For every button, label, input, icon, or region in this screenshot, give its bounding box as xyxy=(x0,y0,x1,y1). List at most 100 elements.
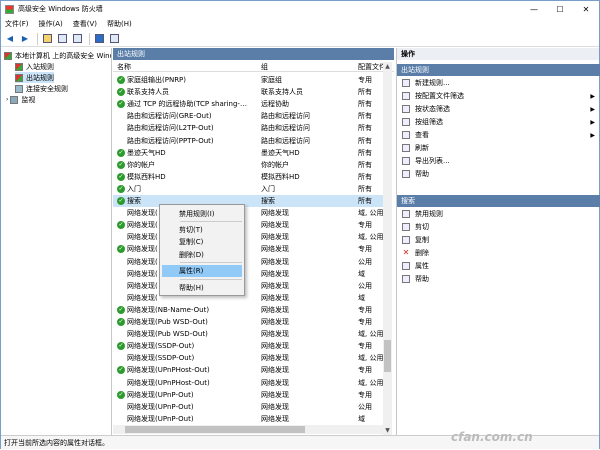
action-item[interactable]: 帮助 xyxy=(397,168,600,180)
table-row[interactable]: 网络发现(Pub WSD-Out) 网络发现 域, 公用 xyxy=(113,328,383,340)
table-row[interactable]: ✓ 网络发现(NB-Name-Out) 网络发现 专用 xyxy=(113,304,383,316)
table-row[interactable]: ✓ 搜索 搜索 所有 xyxy=(113,195,383,207)
table-row[interactable]: ✓ 网络发现(SSDP-Out) 网络发现 专用 xyxy=(113,340,383,352)
column-name[interactable]: 名称 xyxy=(117,62,131,72)
table-row[interactable]: 网络发现(网络发现 域, 公用 xyxy=(113,231,383,243)
table-row[interactable]: 网络发现(UPnP-Out) 网络发现 域 xyxy=(113,413,383,425)
menu-file[interactable]: 文件(F) xyxy=(5,19,29,29)
actions-section-outbound[interactable]: 出站规则 xyxy=(397,64,600,76)
enabled-check-icon: ✓ xyxy=(117,172,125,181)
action-item[interactable]: 按组筛选 ▶ xyxy=(397,116,600,128)
forward-arrow-icon[interactable]: ▶ xyxy=(19,33,31,45)
help-icon[interactable] xyxy=(93,33,105,45)
table-row[interactable]: 网络发现(网络发现 域, 公用 xyxy=(113,207,383,219)
action-item[interactable]: ✕ 删除 xyxy=(397,247,600,259)
table-row[interactable]: ✓ 网络发现(网络发现 专用 xyxy=(113,219,383,231)
show-hide-pane-icon[interactable] xyxy=(108,33,120,45)
table-row[interactable]: ✓ 入门 入门 所有 xyxy=(113,183,383,195)
table-row[interactable]: 网络发现(网络发现 域 xyxy=(113,268,383,280)
maximize-button[interactable]: ☐ xyxy=(547,1,573,17)
inbound-rules-icon xyxy=(15,62,23,71)
tree-item-connection-security[interactable]: 连接安全规则 xyxy=(15,83,68,94)
context-menu-item[interactable]: 禁用规则(I) xyxy=(162,208,242,220)
delete-icon: ✕ xyxy=(402,248,410,257)
table-row[interactable]: 路由和远程访问(GRE-Out) 路由和远程访问 所有 xyxy=(113,110,383,122)
table-row[interactable]: 网络发现(网络发现 公用 xyxy=(113,256,383,268)
cell-profile: 域 xyxy=(358,293,365,302)
action-label: 按配置文件筛选 xyxy=(415,92,464,100)
context-menu-item[interactable]: 删除(D) xyxy=(162,249,242,261)
expand-chevron-icon[interactable]: › xyxy=(6,96,8,103)
properties-icon[interactable] xyxy=(56,33,68,45)
tree-item-inbound[interactable]: 入站规则 xyxy=(15,61,54,72)
action-item[interactable]: 查看 ▶ xyxy=(397,129,600,141)
table-row[interactable]: ✓ 家庭组输出(PNRP) 家庭组 专用 xyxy=(113,74,383,86)
menu-help[interactable]: 帮助(H) xyxy=(107,19,132,29)
export-icon[interactable] xyxy=(71,33,83,45)
scroll-down-icon[interactable]: ▼ xyxy=(383,426,392,435)
actions-section-selected[interactable]: 搜索 xyxy=(397,195,600,207)
table-row[interactable]: 网络发现(SSDP-Out) 网络发现 域, 公用 xyxy=(113,352,383,364)
table-row[interactable]: ✓ 通过 TCP 的远程协助(TCP sharing-… 远程协助 所有 xyxy=(113,98,383,110)
close-button[interactable]: ✕ xyxy=(573,1,599,17)
cell-name: 网络发现(Pub WSD-Out) xyxy=(127,330,208,339)
action-item[interactable]: 禁用规则 xyxy=(397,208,600,220)
menu-view[interactable]: 查看(V) xyxy=(73,19,97,29)
table-row[interactable]: 网络发现(网络发现 公用 xyxy=(113,280,383,292)
context-menu-item[interactable]: 属性(R) xyxy=(162,265,242,277)
tree-item-outbound[interactable]: 出站规则 xyxy=(15,72,54,83)
action-item[interactable]: 按配置文件筛选 ▶ xyxy=(397,90,600,102)
cell-profile: 所有 xyxy=(358,172,372,181)
table-row[interactable]: ✓ 网络发现(网络发现 专用 xyxy=(113,243,383,255)
tree-item-monitor[interactable]: › 监视 xyxy=(6,94,35,105)
cell-group: 网络发现 xyxy=(261,245,289,254)
cell-profile: 专用 xyxy=(358,305,372,314)
table-row[interactable]: ✓ 模拟西料HD 模拟西料HD 所有 xyxy=(113,171,383,183)
column-group[interactable]: 组 xyxy=(261,62,268,72)
minimize-button[interactable]: — xyxy=(521,1,547,17)
action-item[interactable]: 复制 xyxy=(397,234,600,246)
horizontal-scrollbar[interactable] xyxy=(113,425,383,434)
vertical-scrollbar[interactable]: ▲ ▼ xyxy=(383,62,392,435)
table-row[interactable]: ✓ 联系支持人员 联系支持人员 所有 xyxy=(113,86,383,98)
action-item[interactable]: 属性 xyxy=(397,260,600,272)
context-menu-item[interactable]: 帮助(H) xyxy=(162,282,242,294)
pane-header: 出站规则 xyxy=(113,48,394,60)
table-row[interactable]: 网络发现(UPnPHost-Out) 网络发现 域, 公用 xyxy=(113,377,383,389)
action-item[interactable]: 刷新 xyxy=(397,142,600,154)
scroll-up-icon[interactable]: ▲ xyxy=(383,62,392,71)
cell-profile: 所有 xyxy=(358,124,372,133)
firewall-icon xyxy=(4,51,12,60)
action-label: 属性 xyxy=(415,262,429,270)
column-profile[interactable]: 配置文件 xyxy=(358,62,386,72)
table-row[interactable]: ✓ 网络发现(Pub WSD-Out) 网络发现 专用 xyxy=(113,316,383,328)
cell-profile: 所有 xyxy=(358,148,372,157)
action-item[interactable]: 帮助 xyxy=(397,273,600,285)
context-menu-item[interactable]: 剪切(T) xyxy=(162,224,242,236)
action-item[interactable]: 剪切 xyxy=(397,221,600,233)
table-row[interactable]: ✓ 网络发现(UPnPHost-Out) 网络发现 专用 xyxy=(113,364,383,376)
table-row[interactable]: 网络发现(UPnP-Out) 网络发现 公用 xyxy=(113,401,383,413)
action-item[interactable]: 按状态筛选 ▶ xyxy=(397,103,600,115)
table-row[interactable]: ✓ 你的帐户 你的帐户 所有 xyxy=(113,159,383,171)
scroll-thumb[interactable] xyxy=(125,426,305,433)
table-row[interactable]: ✓ 墨迹天气HD 墨迹天气HD 所有 xyxy=(113,147,383,159)
context-menu-item[interactable]: 复制(C) xyxy=(162,236,242,248)
tree-root[interactable]: 本地计算机 上的高级安全 Windows xyxy=(4,50,111,61)
action-label: 删除 xyxy=(415,249,429,257)
cell-profile: 域, 公用 xyxy=(358,233,384,242)
action-item[interactable]: 新建规则... xyxy=(397,77,600,89)
menu-action[interactable]: 操作(A) xyxy=(39,19,63,29)
table-row[interactable]: 网络发现(网络发现 域 xyxy=(113,292,383,304)
table-row[interactable]: ✓ 网络发现(UPnP-Out) 网络发现 专用 xyxy=(113,389,383,401)
submenu-arrow-icon: ▶ xyxy=(590,118,595,126)
back-arrow-icon[interactable]: ◀ xyxy=(4,33,16,45)
properties-icon xyxy=(402,262,410,270)
action-item[interactable]: 导出列表... xyxy=(397,155,600,167)
scroll-thumb[interactable] xyxy=(384,340,391,372)
folder-up-icon[interactable] xyxy=(41,33,53,45)
table-row[interactable]: 路由和远程访问(PPTP-Out) 路由和远程访问 所有 xyxy=(113,135,383,147)
action-label: 查看 xyxy=(415,131,429,139)
context-menu: 禁用规则(I) 剪切(T) 复制(C) 删除(D) 属性(R) 帮助(H) xyxy=(159,204,245,296)
table-row[interactable]: 路由和远程访问(L2TP-Out) 路由和远程访问 所有 xyxy=(113,122,383,134)
